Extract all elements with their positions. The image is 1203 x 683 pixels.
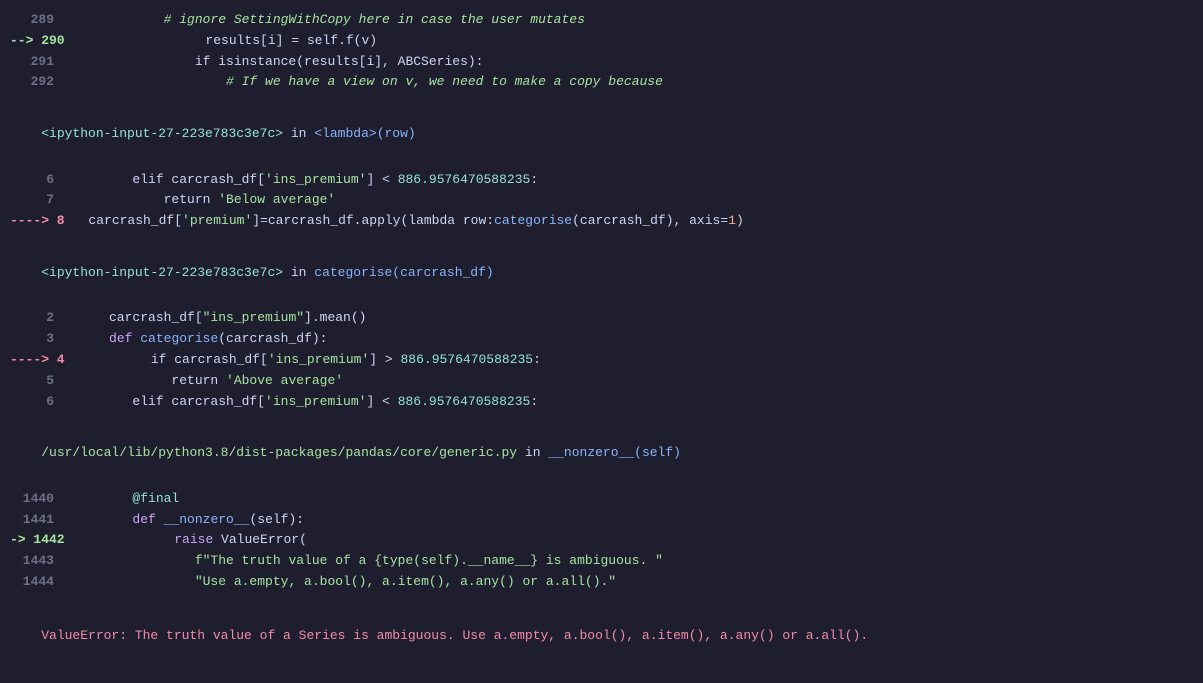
line-290: --> 290 results[i] = self.f(v) bbox=[0, 31, 1203, 52]
line-content-1443: f"The truth value of a {type(self).__nam… bbox=[70, 551, 1193, 572]
error-message: ValueError: The truth value of a Series … bbox=[0, 599, 1203, 673]
line-content-7a: return 'Below average' bbox=[70, 190, 1193, 211]
line-num-292: 292 bbox=[10, 72, 70, 93]
line-num-4: ----> 4 bbox=[10, 350, 81, 371]
line-289: 289 # ignore SettingWithCopy here in cas… bbox=[0, 10, 1203, 31]
line-content-2: carcrash_df["ins_premium"].mean() bbox=[70, 308, 1193, 329]
line-num-7a: 7 bbox=[10, 190, 70, 211]
header-4-func: __nonzero__(self) bbox=[548, 445, 681, 460]
line-content-6a: elif carcrash_df['ins_premium'] < 886.95… bbox=[70, 170, 1193, 191]
traceback-block-4: 1440 @final 1441 def __nonzero__(self): … bbox=[0, 489, 1203, 593]
line-content-6b: elif carcrash_df['ins_premium'] < 886.95… bbox=[70, 392, 1193, 413]
line-2: 2 carcrash_df["ins_premium"].mean() bbox=[0, 308, 1203, 329]
line-num-8: ----> 8 bbox=[10, 211, 81, 232]
line-content-291: if isinstance(results[i], ABCSeries): bbox=[70, 52, 1193, 73]
traceback-block-3: 2 carcrash_df["ins_premium"].mean() 3 de… bbox=[0, 308, 1203, 412]
line-num-1443: 1443 bbox=[10, 551, 70, 572]
header-3-func: categorise(carcrash_df) bbox=[314, 265, 493, 280]
line-content-4: if carcrash_df['ins_premium'] > 886.9576… bbox=[81, 350, 1193, 371]
line-1443: 1443 f"The truth value of a {type(self).… bbox=[0, 551, 1203, 572]
line-num-1440: 1440 bbox=[10, 489, 70, 510]
line-6b: 6 elif carcrash_df['ins_premium'] < 886.… bbox=[0, 392, 1203, 413]
line-num-6b: 6 bbox=[10, 392, 70, 413]
line-content-1440: @final bbox=[70, 489, 1193, 510]
header-4-in: in bbox=[517, 445, 548, 460]
line-content-8: carcrash_df['premium']=carcrash_df.apply… bbox=[81, 211, 1193, 232]
line-1444: 1444 "Use a.empty, a.bool(), a.item(), a… bbox=[0, 572, 1203, 593]
error-text: ValueError: The truth value of a Series … bbox=[41, 628, 868, 643]
line-1440: 1440 @final bbox=[0, 489, 1203, 510]
traceback-block-1: 289 # ignore SettingWithCopy here in cas… bbox=[0, 10, 1203, 93]
line-num-291: 291 bbox=[10, 52, 70, 73]
line-292: 292 # If we have a view on v, we need to… bbox=[0, 72, 1203, 93]
section-header-2: <ipython-input-27-223e783c3e7c> in <lamb… bbox=[0, 99, 1203, 169]
line-num-1444: 1444 bbox=[10, 572, 70, 593]
header-2-in: in bbox=[283, 126, 314, 141]
section-header-4: /usr/local/lib/python3.8/dist-packages/p… bbox=[0, 418, 1203, 488]
line-content-1441: def __nonzero__(self): bbox=[70, 510, 1193, 531]
line-7a: 7 return 'Below average' bbox=[0, 190, 1203, 211]
line-num-3: 3 bbox=[10, 329, 70, 350]
header-2-func: <lambda>(row) bbox=[314, 126, 415, 141]
line-content-289: # ignore SettingWithCopy here in case th… bbox=[70, 10, 1193, 31]
line-num-6a: 6 bbox=[10, 170, 70, 191]
line-content-5: return 'Above average' bbox=[70, 371, 1193, 392]
line-content-1444: "Use a.empty, a.bool(), a.item(), a.any(… bbox=[70, 572, 1193, 593]
section-header-3: <ipython-input-27-223e783c3e7c> in categ… bbox=[0, 238, 1203, 308]
header-2-file: <ipython-input-27-223e783c3e7c> bbox=[41, 126, 283, 141]
line-4: ----> 4 if carcrash_df['ins_premium'] > … bbox=[0, 350, 1203, 371]
line-1441: 1441 def __nonzero__(self): bbox=[0, 510, 1203, 531]
line-num-2: 2 bbox=[10, 308, 70, 329]
traceback-block-2: 6 elif carcrash_df['ins_premium'] < 886.… bbox=[0, 170, 1203, 232]
line-5: 5 return 'Above average' bbox=[0, 371, 1203, 392]
line-content-290: results[i] = self.f(v) bbox=[81, 31, 1193, 52]
header-3-in: in bbox=[283, 265, 314, 280]
line-content-3: def categorise(carcrash_df): bbox=[70, 329, 1193, 350]
line-num-289: 289 bbox=[10, 10, 70, 31]
line-1442: -> 1442 raise ValueError( bbox=[0, 530, 1203, 551]
line-3: 3 def categorise(carcrash_df): bbox=[0, 329, 1203, 350]
line-num-1441: 1441 bbox=[10, 510, 70, 531]
line-num-290: --> 290 bbox=[10, 31, 81, 52]
code-output: 289 # ignore SettingWithCopy here in cas… bbox=[0, 0, 1203, 683]
line-6a: 6 elif carcrash_df['ins_premium'] < 886.… bbox=[0, 170, 1203, 191]
line-num-1442: -> 1442 bbox=[10, 530, 81, 551]
line-8: ----> 8 carcrash_df['premium']=carcrash_… bbox=[0, 211, 1203, 232]
line-content-1442: raise ValueError( bbox=[81, 530, 1193, 551]
line-num-5: 5 bbox=[10, 371, 70, 392]
line-291: 291 if isinstance(results[i], ABCSeries)… bbox=[0, 52, 1203, 73]
line-content-292: # If we have a view on v, we need to mak… bbox=[70, 72, 1193, 93]
header-3-file: <ipython-input-27-223e783c3e7c> bbox=[41, 265, 283, 280]
header-4-filepath: /usr/local/lib/python3.8/dist-packages/p… bbox=[41, 445, 517, 460]
